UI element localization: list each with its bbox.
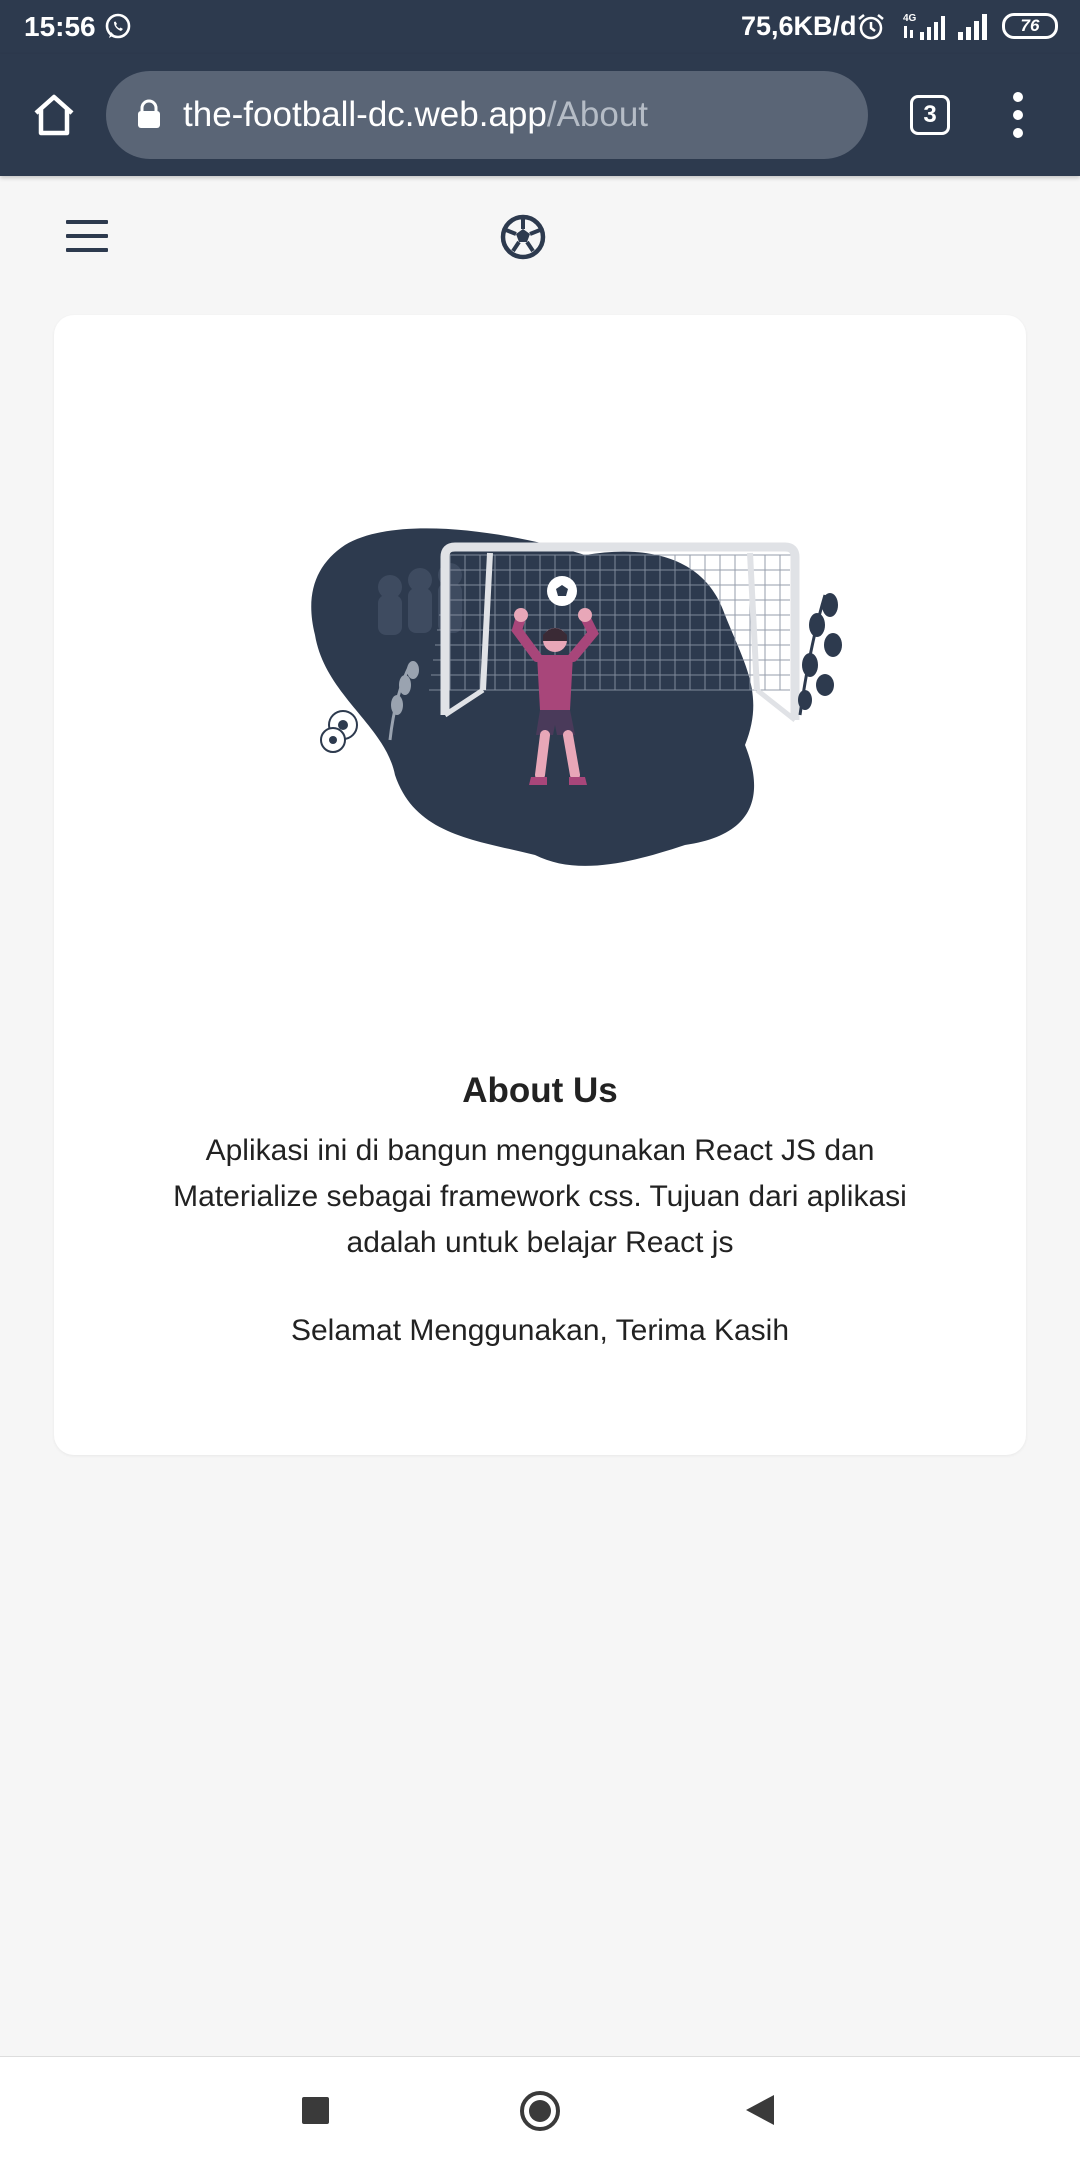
about-card: About Us Aplikasi ini di bangun mengguna… [54, 315, 1026, 1455]
about-title: About Us [462, 1071, 618, 1110]
tabs-icon[interactable]: 3 [910, 95, 950, 135]
soccer-ball-icon[interactable] [499, 213, 547, 261]
battery-icon: 76 [1002, 13, 1058, 39]
recent-apps-icon[interactable] [302, 2097, 329, 2124]
home-circle-icon[interactable] [520, 2091, 560, 2131]
url-domain: the-football-dc.web.app [183, 95, 547, 134]
back-icon[interactable] [746, 2095, 774, 2125]
hamburger-menu-icon[interactable] [66, 220, 108, 254]
browser-toolbar: the-football-dc.web.app/About 3 [0, 54, 1080, 176]
status-time: 15:56 [24, 11, 96, 42]
whatsapp-icon [105, 13, 131, 39]
system-nav-bar [0, 2056, 1080, 2160]
url-text: the-football-dc.web.app/About [183, 95, 648, 135]
alarm-icon [858, 14, 884, 40]
signal-4g-icon: 4G [903, 13, 945, 40]
lock-icon [138, 99, 160, 128]
network-speed: 75,6KB/d [741, 11, 857, 41]
status-bar: 15:56 75,6KB/d 4G 76 [0, 0, 1080, 54]
address-bar[interactable]: the-football-dc.web.app/About [106, 71, 868, 159]
url-path: /About [546, 95, 649, 134]
about-thanks: Selamat Menggunakan, Terima Kasih [290, 1314, 790, 1347]
home-icon[interactable] [30, 91, 78, 139]
about-description: Aplikasi ini di bangun menggunakan React… [173, 1134, 907, 1259]
goalkeeper-illustration [311, 528, 842, 866]
more-vert-icon[interactable] [1008, 92, 1028, 138]
network-type-label: 4G [903, 13, 917, 24]
signal-icon [958, 14, 987, 40]
